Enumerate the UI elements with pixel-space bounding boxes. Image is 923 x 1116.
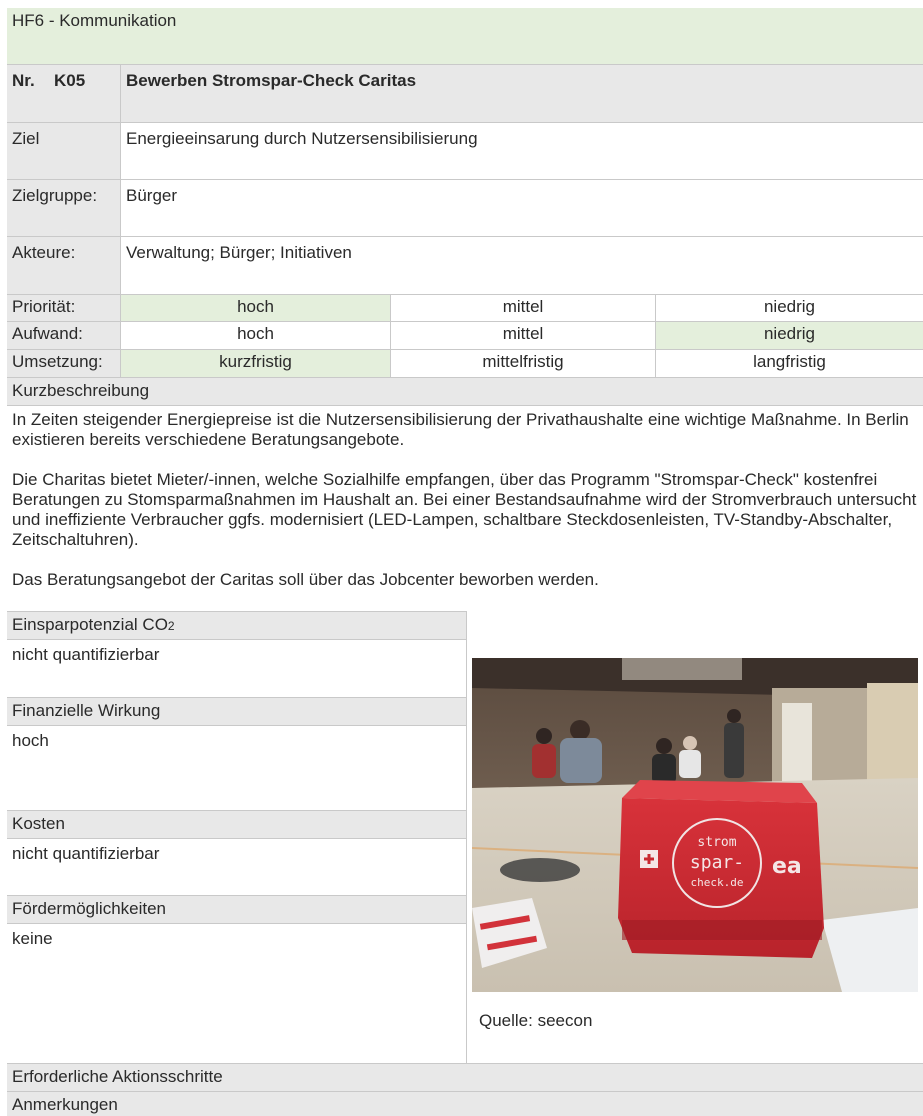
foerdermoeglichkeiten-value: keine: [7, 923, 466, 1063]
description-paragraph: Das Beratungsangebot der Caritas soll üb…: [12, 570, 599, 589]
description-paragraph: In Zeiten steigender Energiepreise ist d…: [12, 410, 909, 449]
prioritaet-row: Priorität: hoch mittel niedrig: [7, 294, 923, 321]
photo-caption: Quelle: seecon: [479, 1011, 593, 1030]
kosten-header: Kosten: [7, 810, 466, 838]
umsetzung-row: Umsetzung: kurzfristig mittelfristig lan…: [7, 349, 923, 377]
category-header: HF6 - Kommunikation: [7, 8, 923, 64]
kurzbeschreibung-label: Kurzbeschreibung: [12, 381, 150, 400]
umsetzung-option-langfristig: langfristig: [655, 350, 923, 377]
aufwand-option-mittel: mittel: [390, 322, 655, 349]
zielgruppe-value: Bürger: [120, 180, 923, 236]
umsetzung-option-mittelfristig: mittelfristig: [390, 350, 655, 377]
prioritaet-option-mittel: mittel: [390, 295, 655, 321]
einsparpotenzial-label: Einsparpotenzial CO: [12, 615, 168, 634]
zielgruppe-row: Zielgruppe: Bürger: [7, 179, 923, 236]
einsparpotenzial-header: Einsparpotenzial CO2: [7, 611, 466, 639]
measure-title-row: Nr. K05 Bewerben Stromspar-Check Caritas: [7, 64, 923, 122]
stromspar-check-bag-photo: strom spar- check.de ea: [472, 658, 918, 992]
bag-text-checkde: check.de: [691, 876, 744, 889]
description-text: In Zeiten steigender Energiepreise ist d…: [7, 406, 923, 614]
aufwand-option-niedrig: niedrig: [655, 322, 923, 349]
description-paragraph: Die Charitas bietet Mieter/-innen, welch…: [12, 470, 917, 549]
nr-label: Nr.: [12, 71, 35, 90]
akteure-row: Akteure: Verwaltung; Bürger; Initiativen: [7, 236, 923, 294]
aufwand-label: Aufwand:: [7, 322, 120, 349]
bag-text-strom: strom: [697, 835, 736, 850]
measure-code: K05: [54, 71, 86, 90]
kosten-value: nicht quantifizierbar: [7, 838, 466, 895]
zielgruppe-label: Zielgruppe:: [7, 180, 120, 236]
kurzbeschreibung-header: Kurzbeschreibung: [7, 377, 923, 405]
category-title: HF6 - Kommunikation: [12, 11, 177, 30]
prioritaet-option-niedrig: niedrig: [655, 295, 923, 321]
ziel-value: Energieeinsarung durch Nutzersensibilisi…: [120, 123, 923, 179]
akteure-label: Akteure:: [7, 237, 120, 294]
anmerkungen-header: Anmerkungen: [7, 1091, 923, 1116]
ea-logo: ea: [772, 854, 802, 879]
finanzielle-wirkung-header: Finanzielle Wirkung: [7, 697, 466, 725]
column-divider: [466, 611, 467, 1063]
foerdermoeglichkeiten-header: Fördermöglichkeiten: [7, 895, 466, 923]
umsetzung-option-kurzfristig: kurzfristig: [120, 350, 390, 377]
aufwand-row: Aufwand: hoch mittel niedrig: [7, 321, 923, 349]
einsparpotenzial-label-subscript: 2: [167, 619, 175, 633]
ziel-row: Ziel Energieeinsarung durch Nutzersensib…: [7, 122, 923, 179]
prioritaet-option-hoch: hoch: [120, 295, 390, 321]
ziel-label: Ziel: [7, 123, 120, 179]
umsetzung-label: Umsetzung:: [7, 350, 120, 377]
aufwand-option-hoch: hoch: [120, 322, 390, 349]
akteure-value: Verwaltung; Bürger; Initiativen: [120, 237, 923, 294]
kurzbeschreibung-body: In Zeiten steigender Energiepreise ist d…: [7, 405, 923, 611]
prioritaet-label: Priorität:: [7, 295, 120, 321]
einsparpotenzial-value: nicht quantifizierbar: [7, 639, 466, 697]
erforderliche-aktionsschritte-header: Erforderliche Aktionsschritte: [7, 1063, 923, 1091]
measure-title: Bewerben Stromspar-Check Caritas: [120, 65, 923, 122]
bag-text-spar: spar-: [690, 852, 744, 873]
finanzielle-wirkung-value: hoch: [7, 725, 466, 810]
